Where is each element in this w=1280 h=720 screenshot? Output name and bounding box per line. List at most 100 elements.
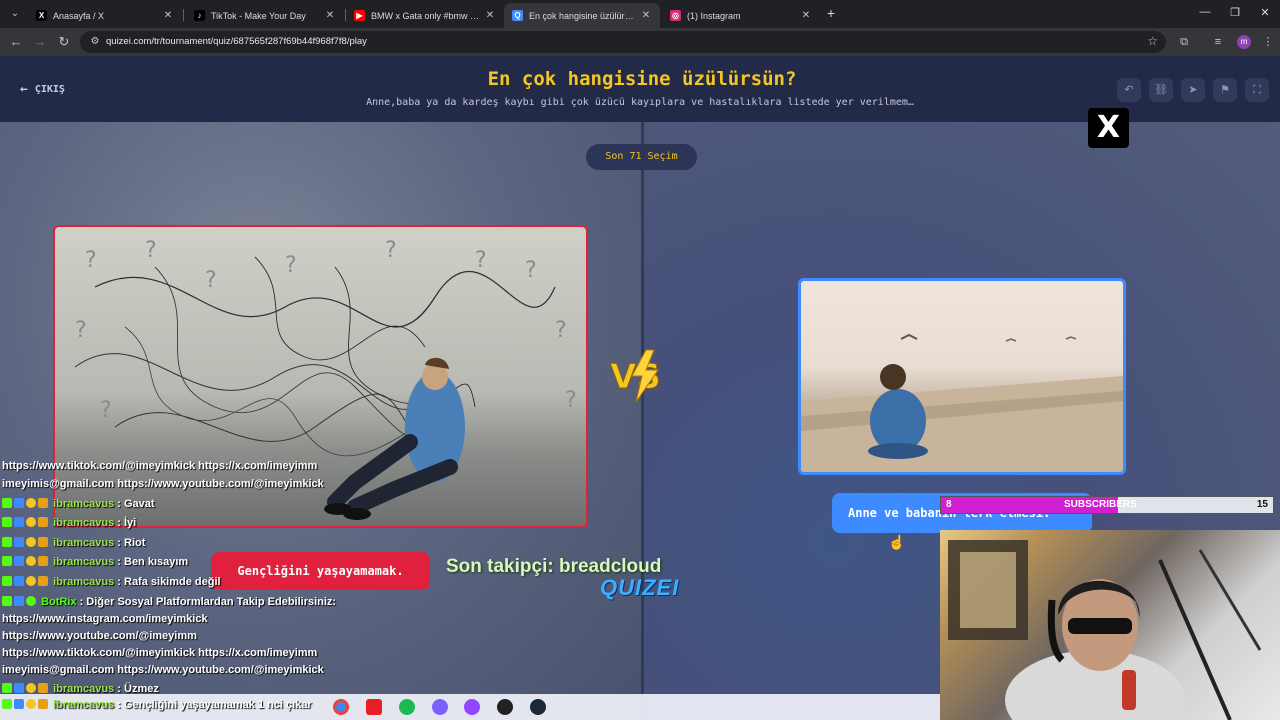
new-tab-icon[interactable]: + (824, 6, 838, 20)
obs-icon[interactable] (497, 699, 513, 715)
chat-line: ibramcavus : Ben kısayım (2, 556, 188, 568)
versus-icon: VS (610, 349, 661, 403)
chat-line: ibramcavus : İyi (2, 517, 136, 529)
svg-text:?: ? (285, 253, 297, 278)
right-option-image[interactable] (798, 278, 1126, 475)
og-badge-icon (26, 576, 36, 586)
minimize-icon[interactable]: — (1198, 6, 1212, 18)
url-text: quizei.com/tr/tournament/quiz/687565f287… (106, 36, 367, 47)
app-purple-icon[interactable] (432, 699, 448, 715)
left-option-button[interactable]: Gençliğini yaşayamamak. (211, 552, 430, 590)
close-icon[interactable]: ✕ (640, 10, 652, 21)
moderator-badge-icon (14, 596, 24, 606)
quizei-logo: QUIZEI (600, 575, 680, 600)
window-close-icon[interactable]: ✕ (1258, 6, 1272, 19)
center-divider (641, 122, 644, 720)
x-logo-overlay: X (1088, 108, 1129, 148)
og-badge-icon (26, 699, 36, 709)
kick-badge-icon (2, 537, 12, 547)
tab-title: BMW x Gata only #bmw #edit (371, 10, 480, 21)
chat-line: https://www.youtube.com/@imeyimm (2, 630, 197, 642)
tab-instagram[interactable]: ◎ (1) Instagram ✕ (662, 3, 820, 28)
fullscreen-button[interactable]: ⛶ (1245, 78, 1269, 102)
svg-text:?: ? (565, 388, 577, 413)
svg-text:?: ? (100, 398, 112, 423)
restore-icon[interactable]: ❐ (1228, 6, 1242, 19)
browser-menu-icon[interactable]: ⋮ (1260, 34, 1276, 50)
moderator-badge-icon (14, 576, 24, 586)
chat-line: ibramcavus : Gavat (2, 498, 155, 510)
extensions-icon[interactable]: ⧉ (1176, 34, 1192, 50)
forward-icon[interactable]: → (32, 34, 48, 50)
tab-x-home[interactable]: X Anasayfa / X ✕ (28, 3, 182, 28)
share-link-button[interactable]: ⛓ (1149, 78, 1173, 102)
report-flag-button[interactable]: ⚑ (1213, 78, 1237, 102)
quizei-icon: Q (512, 10, 523, 21)
svg-text:?: ? (85, 248, 97, 273)
back-icon[interactable]: ← (8, 34, 24, 50)
close-icon[interactable]: ✕ (324, 10, 336, 21)
tab-search-icon[interactable]: ⌄ (6, 5, 24, 23)
browser-toolbar: ← → ↻ ⚙ quizei.com/tr/tournament/quiz/68… (0, 28, 1280, 56)
steam-icon[interactable] (530, 699, 546, 715)
tab-tiktok[interactable]: ♪ TikTok - Make Your Day ✕ (186, 3, 344, 28)
kick-badge-icon (2, 596, 12, 606)
site-info-icon[interactable]: ⚙ (88, 35, 102, 49)
moderator-badge-icon (14, 699, 24, 709)
kick-badge-icon (2, 498, 12, 508)
kick-badge-icon (2, 683, 12, 693)
svg-text:?: ? (475, 248, 487, 273)
svg-text:?: ? (75, 318, 87, 343)
chat-line: imeyimis@gmail.com https://www.youtube.c… (2, 664, 324, 676)
twitch-icon[interactable] (464, 699, 480, 715)
browser-tab-strip: ⌄ X Anasayfa / X ✕ ♪ TikTok - Make Your … (0, 0, 1280, 28)
kick-badge-icon (2, 576, 12, 586)
tab-title: TikTok - Make Your Day (211, 10, 306, 21)
chrome-icon[interactable] (333, 699, 349, 715)
app-red-icon[interactable] (366, 699, 382, 715)
close-icon[interactable]: ✕ (800, 10, 812, 21)
quiz-subtitle: Anne,baba ya da kardeş kaybı gibi çok üz… (366, 97, 914, 108)
tab-youtube[interactable]: ▶ BMW x Gata only #bmw #edit ✕ (346, 3, 504, 28)
og-badge-icon (26, 537, 36, 547)
profile-avatar[interactable]: m (1237, 35, 1251, 49)
og-badge-icon (26, 498, 36, 508)
bot-badge-icon (26, 596, 36, 606)
moderator-badge-icon (14, 683, 24, 693)
moderator-badge-icon (14, 517, 24, 527)
svg-text:?: ? (525, 258, 537, 283)
spotify-icon[interactable] (399, 699, 415, 715)
kick-badge-icon (2, 517, 12, 527)
address-bar[interactable]: ⚙ quizei.com/tr/tournament/quiz/687565f2… (80, 31, 1166, 53)
subscriber-badge-icon (38, 517, 48, 527)
subscriber-label: SUBSCRIBERS (1064, 499, 1137, 510)
bookmark-star-icon[interactable]: ☆ (1147, 34, 1158, 48)
send-button[interactable]: ➤ (1181, 78, 1205, 102)
chat-line: imeyimis@gmail.com https://www.youtube.c… (2, 478, 324, 490)
close-icon[interactable]: ✕ (484, 10, 496, 21)
svg-text:?: ? (555, 318, 567, 343)
svg-text:?: ? (205, 268, 217, 293)
child-on-beach-photo (801, 333, 1123, 472)
chat-line: https://www.instagram.com/imeyimkick (2, 613, 208, 625)
undo-button[interactable]: ↶ (1117, 78, 1141, 102)
youtube-icon: ▶ (354, 10, 365, 21)
moderator-badge-icon (14, 498, 24, 508)
chat-line: ibramcavus : Riot (2, 537, 145, 549)
close-icon[interactable]: ✕ (162, 10, 174, 21)
subscriber-badge-icon (38, 498, 48, 508)
reload-icon[interactable]: ↻ (56, 34, 72, 50)
subscriber-badge-icon (38, 556, 48, 566)
og-badge-icon (26, 517, 36, 527)
quiz-title: En çok hangisine üzülürsün? (487, 68, 797, 90)
subscriber-count: 8 (946, 499, 952, 510)
subscriber-badge-icon (38, 683, 48, 693)
chat-line: ibramcavus : Rafa sikimde değil (2, 576, 221, 588)
tab-quizei[interactable]: Q En çok hangisine üzülürsün? - ✕ (504, 3, 660, 28)
chat-line: BotRix : Diğer Sosyal Platformlardan Tak… (2, 596, 336, 608)
moderator-badge-icon (14, 537, 24, 547)
streamer-webcam (940, 530, 1280, 720)
tab-title: (1) Instagram (687, 10, 741, 21)
og-badge-icon (26, 556, 36, 566)
media-controls-icon[interactable]: ≡ (1210, 34, 1226, 50)
